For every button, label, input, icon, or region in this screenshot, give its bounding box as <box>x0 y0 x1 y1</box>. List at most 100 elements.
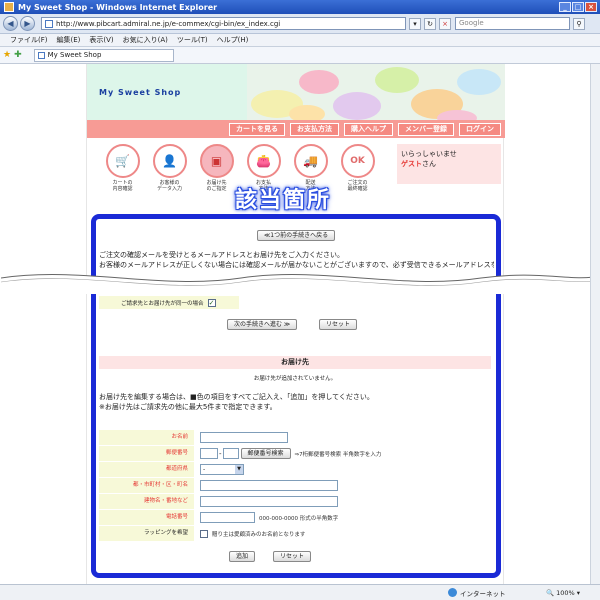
menu-tools[interactable]: ツール(T) <box>177 35 208 45</box>
close-icon[interactable]: × <box>585 2 597 12</box>
phone-input[interactable] <box>200 512 255 523</box>
guest-name: ゲスト <box>401 160 422 168</box>
zip-note: ⇒7桁郵便番号検索 半角数字を入力 <box>294 451 382 458</box>
zip-input-1[interactable] <box>200 448 218 459</box>
delivery-form: お名前 郵便番号 - 郵便番号検索 ⇒7桁郵便番号検索 半角数字を入力 都道府県… <box>99 430 491 542</box>
tab-my-sweet-shop[interactable]: My Sweet Shop <box>33 48 174 62</box>
delivery-section-header: お届け先 <box>99 356 491 369</box>
instruction-line-2: ※お届け先はご請求先の他に最大5件まで指定できます。 <box>99 403 277 411</box>
step-label: ご注文の 最終確認 <box>347 180 368 192</box>
form-row-zip: 郵便番号 - 郵便番号検索 ⇒7桁郵便番号検索 半角数字を入力 <box>99 446 491 461</box>
shop-page: My Sweet Shop カートを見る お支払方法 購入ヘルプ メンバー登録 … <box>1 64 600 584</box>
tab-label: My Sweet Shop <box>47 51 102 59</box>
chevron-down-icon: ▼ <box>235 465 243 474</box>
reset-button[interactable]: リセット <box>319 319 358 330</box>
back-step-button[interactable]: ≪1つ前の手続きへ戻る <box>257 230 336 241</box>
menu-help[interactable]: ヘルプ(H) <box>217 35 249 45</box>
same-address-checkbox[interactable]: ✓ <box>207 298 216 307</box>
welcome-box: いらっしゃいませ ゲストさん <box>397 144 501 184</box>
same-address-label: ご請求先とお届け先が同一の場合 <box>121 300 204 307</box>
nav-help[interactable]: 購入ヘルプ <box>344 122 393 136</box>
welcome-text: いらっしゃいませ <box>401 150 457 158</box>
pref-value: - <box>203 466 206 473</box>
same-address-row: ご請求先とお届け先が同一の場合 ✓ <box>99 296 239 309</box>
forward-arrow-icon[interactable]: ▶ <box>20 16 35 31</box>
nav-view-cart[interactable]: カートを見る <box>229 122 285 136</box>
address-bar[interactable]: http://www.pibcart.admiral.ne.jp/e-comme… <box>41 17 406 30</box>
zoom-level: 100% <box>556 588 575 597</box>
torn-paper-divider <box>1 274 600 294</box>
zoom-control[interactable]: 🔍 100% ▾ <box>546 589 580 597</box>
nav-login[interactable]: ログイン <box>459 122 501 136</box>
window-controls: _ □ × <box>559 2 597 12</box>
next-step-button[interactable]: 次の手続きへ進む ≫ <box>227 319 298 330</box>
wrap-label: ラッピングを希望 <box>99 526 194 541</box>
address-toolbar: ◀ ▶ http://www.pibcart.admiral.ne.jp/e-c… <box>0 14 600 34</box>
step-label: お届け先 のご指定 <box>206 180 227 192</box>
window-titlebar: My Sweet Shop - Windows Internet Explore… <box>0 0 600 14</box>
dropdown-icon[interactable]: ▾ <box>409 17 421 30</box>
favorites-star-icon[interactable]: ★ <box>3 50 11 60</box>
cart-icon: 🛒 <box>105 144 140 178</box>
step-delivery: ▣ お届け先 のご指定 <box>195 144 238 192</box>
shop-name[interactable]: My Sweet Shop <box>99 88 181 97</box>
menu-file[interactable]: ファイル(F) <box>10 35 48 45</box>
minimize-icon[interactable]: _ <box>559 2 571 12</box>
tab-page-icon <box>37 51 45 59</box>
name-label: お名前 <box>99 430 194 445</box>
globe-icon <box>448 588 457 597</box>
guest-suffix: さん <box>422 160 436 168</box>
back-arrow-icon[interactable]: ◀ <box>3 16 18 31</box>
window-title: My Sweet Shop - Windows Internet Explore… <box>18 2 218 12</box>
shop-banner: My Sweet Shop <box>87 64 505 120</box>
zip-search-button[interactable]: 郵便番号検索 <box>240 448 291 459</box>
street-label: 建物名・番地など <box>99 494 194 509</box>
phone-note: 000-000-0000 形式の半角数字 <box>259 515 339 522</box>
intro-line-1: ご注文の確認メールを受けとるメールアドレスとお届け先をご入力ください。 <box>99 251 344 259</box>
maximize-icon[interactable]: □ <box>572 2 584 12</box>
city-input[interactable] <box>200 480 338 491</box>
add-button[interactable]: 追加 <box>229 551 256 562</box>
form-row-name: お名前 <box>99 430 491 445</box>
wallet-icon: 👛 <box>246 144 281 178</box>
stop-icon[interactable]: × <box>439 17 451 30</box>
box-icon: ▣ <box>199 144 234 178</box>
vertical-scrollbar[interactable] <box>590 64 600 584</box>
refresh-icon[interactable]: ↻ <box>424 17 436 30</box>
step-customer: 👤 お客様の データ入力 <box>148 144 191 192</box>
menu-view[interactable]: 表示(V) <box>89 35 113 45</box>
search-icon[interactable]: ⚲ <box>573 17 585 30</box>
add-favorite-icon[interactable]: ✚ <box>14 50 22 60</box>
city-label: 都・市町村・区・町名 <box>99 478 194 493</box>
street-input[interactable] <box>200 496 338 507</box>
nav-register[interactable]: メンバー登録 <box>398 122 454 136</box>
form-row-city: 都・市町村・区・町名 <box>99 478 491 493</box>
zip-input-2[interactable] <box>222 448 239 459</box>
security-zone: インターネット <box>448 588 506 598</box>
zip-label: 郵便番号 <box>99 446 194 461</box>
wrap-note: 贈り主は愛顧済みのお名前となります <box>212 531 306 538</box>
highlight-label: 該当箇所 <box>235 188 332 213</box>
page-icon <box>45 19 53 28</box>
phone-label: 電話番号 <box>99 510 194 525</box>
name-input[interactable] <box>200 432 288 443</box>
menu-edit[interactable]: 編集(E) <box>57 35 81 45</box>
wrap-checkbox[interactable] <box>200 529 208 538</box>
step-label: カートの 内容確認 <box>112 180 133 192</box>
form-row-pref: 都道府県 - ▼ <box>99 462 491 477</box>
nav-payment[interactable]: お支払方法 <box>290 122 339 136</box>
magnifier-icon: 🔍 <box>546 588 555 597</box>
favorites-bar: ★ ✚ My Sweet Shop <box>0 47 600 64</box>
address-url: http://www.pibcart.admiral.ne.jp/e-comme… <box>56 19 281 28</box>
person-icon: 👤 <box>152 144 187 178</box>
form-reset-button[interactable]: リセット <box>273 551 312 562</box>
truck-icon: 🚚 <box>293 144 328 178</box>
browser-viewport: My Sweet Shop カートを見る お支払方法 購入ヘルプ メンバー登録 … <box>0 64 600 584</box>
menu-favorites[interactable]: お気に入り(A) <box>123 35 168 45</box>
jelly-beans-image <box>247 64 505 120</box>
search-input[interactable]: Google <box>455 17 570 30</box>
chevron-down-icon: ▾ <box>576 588 580 597</box>
no-address-text: お届け先が追加されていません。 <box>253 376 337 382</box>
shop-nav: カートを見る お支払方法 購入ヘルプ メンバー登録 ログイン <box>87 120 505 138</box>
pref-select[interactable]: - ▼ <box>200 464 244 475</box>
